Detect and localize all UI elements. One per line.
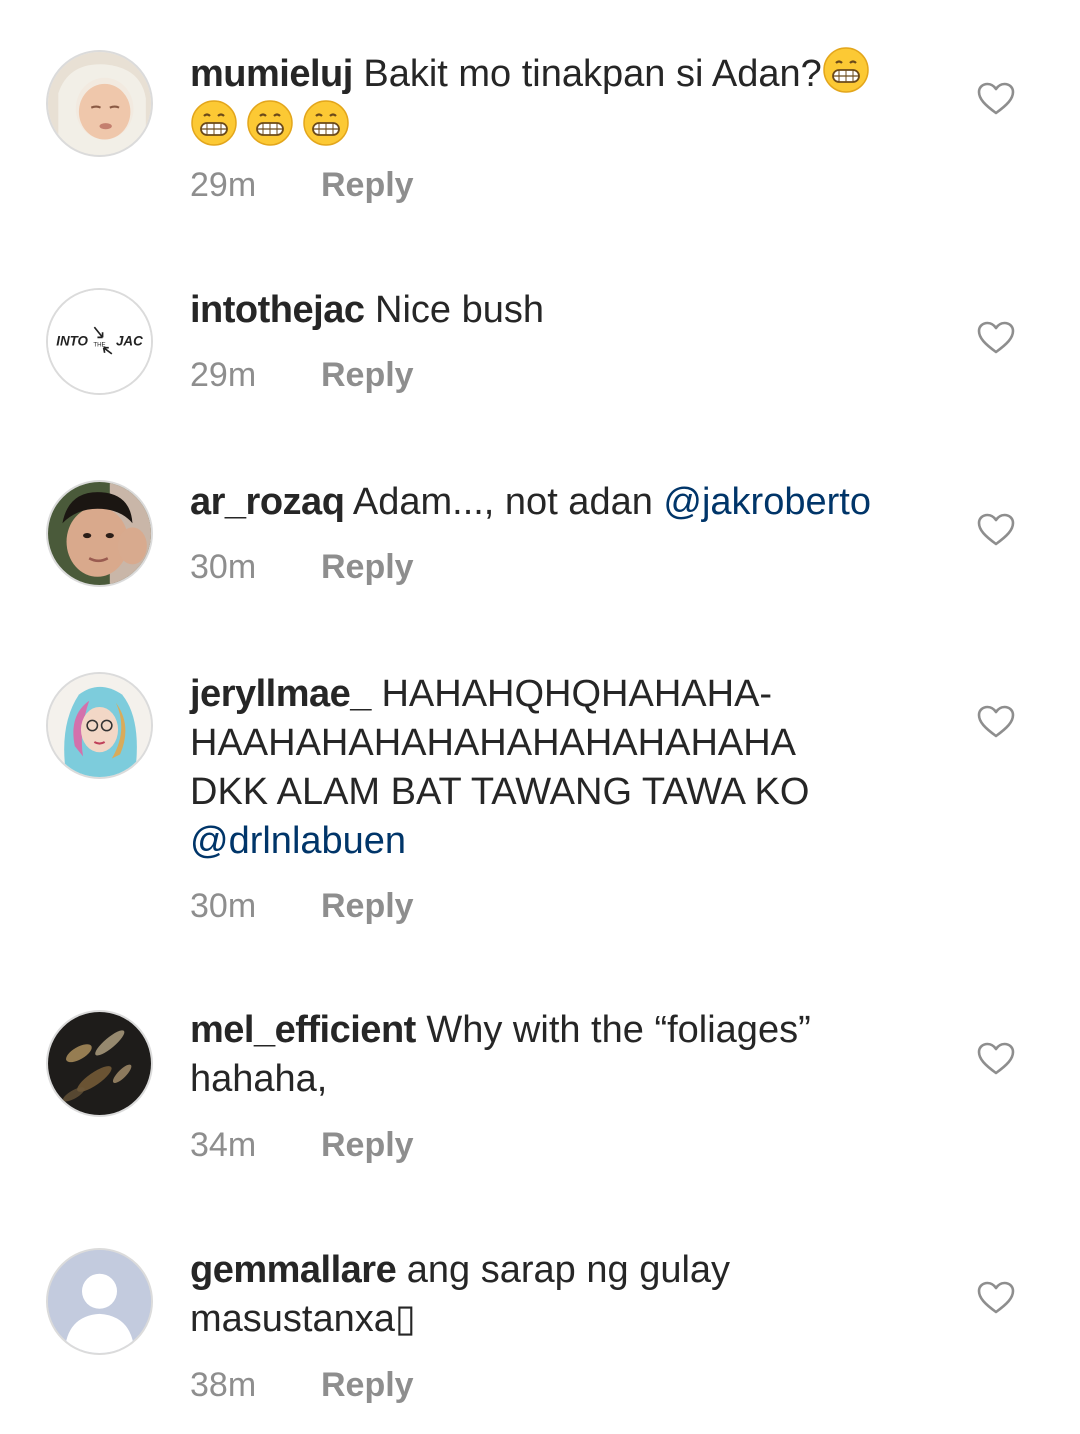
grinning-face-icon [302,99,350,147]
comment-username[interactable]: gemmallare [190,1249,397,1291]
reply-button[interactable]: Reply [321,356,414,394]
comment-body-line: DKK ALAM BAT TAWANG TAWA KO [190,771,810,813]
like-heart-icon[interactable] [977,321,1015,355]
comment-body-line: hahaha, [190,1058,328,1100]
comment-timestamp: 30m [190,887,257,925]
mention-link[interactable]: @jakroberto [663,481,871,523]
reply-button[interactable]: Reply [321,1126,414,1164]
avatar[interactable] [46,672,153,779]
grinning-face-icon [246,99,294,147]
comment-body-line: masustanxa [190,1298,395,1340]
like-heart-icon[interactable] [977,1281,1015,1315]
comment-text: ar_rozaq Adam..., not adan @jakroberto [190,478,950,527]
comment-username[interactable]: mumieluj [190,53,353,95]
comment-timestamp: 34m [190,1126,257,1164]
avatar[interactable] [46,50,153,157]
comment-meta: 29m Reply [190,356,414,395]
comment-body: Nice bush [364,289,545,331]
comment-body-line: HAHAHQHQHAHAHA- [370,673,773,715]
comment-meta: 34m Reply [190,1126,414,1165]
avatar[interactable] [46,1248,153,1355]
avatar-logo-text: INTO [56,334,88,349]
like-heart-icon[interactable] [977,513,1015,547]
reply-button[interactable]: Reply [321,548,414,586]
grinning-face-icon [822,46,870,94]
comment-timestamp: 29m [190,166,257,204]
comment-body-line: HAAHAHAHAHAHAHAHAHAHAHA [190,722,797,764]
grinning-face-icon [190,99,238,147]
comment-body-line: ang sarap ng gulay [396,1249,731,1291]
avatar[interactable]: INTO THE JAC [46,288,153,395]
comment-timestamp: 38m [190,1366,257,1404]
comment-text: gemmallare ang sarap ng gulay masustanxa▯ [190,1246,950,1344]
comment-body: Adam..., not adan [344,481,664,523]
comment-body-line: Why with the “foliages” [415,1009,811,1051]
avatar[interactable] [46,1010,153,1117]
avatar[interactable] [46,480,153,587]
reply-button[interactable]: Reply [321,1366,414,1404]
comment-text: jeryllmae_ HAHAHQHQHAHAHA- HAAHAHAHAHAHAH… [190,670,950,866]
comment-username[interactable]: jeryllmae_ [190,673,371,715]
comment-timestamp: 29m [190,356,257,394]
missing-glyph: ▯ [394,1298,416,1340]
svg-text:JAC: JAC [116,334,143,349]
comment-meta: 30m Reply [190,548,414,587]
like-heart-icon[interactable] [977,1042,1015,1076]
like-heart-icon[interactable] [977,705,1015,739]
comment-meta: 38m Reply [190,1366,414,1405]
comment-text: intothejac Nice bush [190,286,950,335]
comment-meta: 29m Reply [190,166,414,205]
comment-body: Bakit mo tinakpan si Adan? [352,53,822,95]
reply-button[interactable]: Reply [321,887,414,925]
comment-username[interactable]: ar_rozaq [190,481,345,523]
mention-link[interactable]: @drlnlabuen [190,820,406,862]
comment-username[interactable]: mel_efficient [190,1009,416,1051]
comment-text: mumieluj Bakit mo tinakpan si Adan? [190,46,950,152]
comment-timestamp: 30m [190,548,257,586]
comment-meta: 30m Reply [190,887,414,926]
reply-button[interactable]: Reply [321,166,414,204]
comment-username[interactable]: intothejac [190,289,365,331]
like-heart-icon[interactable] [977,82,1015,116]
comment-text: mel_efficient Why with the “foliages” hah… [190,1006,950,1104]
